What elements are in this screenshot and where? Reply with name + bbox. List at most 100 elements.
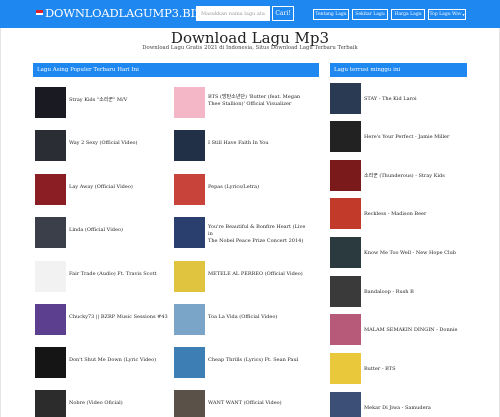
song-title[interactable]: METELE AL PERREO (Official Video) [208, 271, 303, 278]
song-thumbnail[interactable] [174, 87, 205, 118]
weekly-song-thumbnail[interactable] [330, 198, 361, 229]
weekly-song-item[interactable]: Reckless - Madison Beer [330, 198, 467, 230]
indonesia-flag-icon [36, 10, 43, 15]
nav-sekitar-lagu[interactable]: Sekitar Lagu [352, 9, 388, 20]
weekly-song-thumbnail[interactable] [330, 392, 361, 417]
site-logo[interactable]: DOWNLOADLAGUMP3.BIZ [45, 6, 203, 20]
weekly-song-item[interactable]: STAY - The Kid Laroi [330, 83, 467, 115]
search-input[interactable] [196, 6, 270, 21]
song-title[interactable]: Lay Away (Official Video) [69, 184, 133, 191]
song-title-line: Thee Stallion)' Official Visualizer [208, 101, 292, 107]
weekly-song-item[interactable]: Butter - BTS [330, 353, 467, 385]
weekly-song-thumbnail[interactable] [330, 237, 361, 268]
song-thumbnail[interactable] [174, 261, 205, 292]
song-thumbnail[interactable] [35, 174, 66, 205]
weekly-song-title[interactable]: Mekar Di Jiwa - Samudera [364, 405, 431, 412]
song-title[interactable]: You're Beautiful & Bonfire Heart (Live i… [208, 224, 309, 245]
song-thumbnail[interactable] [174, 390, 205, 417]
song-thumbnail[interactable] [174, 347, 205, 378]
weekly-song-thumbnail[interactable] [330, 314, 361, 345]
song-title[interactable]: Fair Trade (Audio) Ft. Travis Scott [69, 271, 156, 278]
song-title[interactable]: WANT WANT (Official Video) [208, 400, 282, 407]
nav-harga-lagu[interactable]: Harga Lagu [391, 9, 425, 20]
song-title-line: Way 2 Sexy (Official Video) [69, 140, 138, 146]
song-item[interactable]: Chucky73 || BZRP Music Sessions #43 [35, 304, 170, 336]
song-title-line: Pepas (Lyrics/Letra) [208, 184, 260, 190]
weekly-song-title[interactable]: Butter - BTS [364, 366, 396, 373]
song-thumbnail[interactable] [35, 87, 66, 118]
song-item[interactable]: Way 2 Sexy (Official Video) [35, 130, 170, 162]
weekly-song-item[interactable]: Bandaloop - Rush B [330, 276, 467, 308]
song-title-line: I Still Have Faith In You [208, 140, 269, 146]
song-title[interactable]: Pepas (Lyrics/Letra) [208, 184, 259, 191]
song-item[interactable]: WANT WANT (Official Video) [174, 390, 309, 417]
nav-label: Harga Lagu [394, 12, 422, 17]
song-item[interactable]: Toa La Vida (Official Video) [174, 304, 309, 336]
song-title-line: Toa La Vida (Official Video) [208, 314, 278, 320]
song-thumbnail[interactable] [35, 217, 66, 248]
section-header-weekly: Lagu terrusi minggu ini [330, 63, 467, 77]
song-thumbnail[interactable] [174, 304, 205, 335]
weekly-song-title[interactable]: 소리꾼 (Thunderous) - Stray Kids [364, 173, 445, 180]
song-thumbnail[interactable] [35, 304, 66, 335]
weekly-song-title[interactable]: MALAM SEMAKIN DINGIN - Donnie [364, 327, 457, 334]
song-thumbnail[interactable] [35, 261, 66, 292]
song-item[interactable]: BTS (방탄소년단) 'Butter (feat. Megan Thee Sta… [174, 87, 309, 119]
song-thumbnail[interactable] [174, 174, 205, 205]
song-title[interactable]: BTS (방탄소년단) 'Butter (feat. Megan Thee Sta… [208, 94, 300, 108]
weekly-song-item[interactable]: Here's Your Perfect - Jamie Miller [330, 121, 467, 153]
song-title-line: Chucky73 || BZRP Music Sessions #43 [69, 314, 168, 320]
search-button[interactable]: Cari! [272, 6, 294, 21]
song-item[interactable]: I Still Have Faith In You [174, 130, 309, 162]
song-title[interactable]: Don't Shut Me Down (Lyric Video) [69, 357, 156, 364]
weekly-song-title[interactable]: Bandaloop - Rush B [364, 289, 414, 296]
weekly-song-thumbnail[interactable] [330, 353, 361, 384]
song-thumbnail[interactable] [174, 130, 205, 161]
song-item[interactable]: Nobre (Video Oficial) [35, 390, 170, 417]
song-thumbnail[interactable] [35, 390, 66, 417]
song-item[interactable]: Pepas (Lyrics/Letra) [174, 174, 309, 206]
song-title[interactable]: Cheap Thrills (Lyrics) Ft. Sean Paul [208, 357, 298, 364]
weekly-song-thumbnail[interactable] [330, 276, 361, 307]
weekly-song-title[interactable]: STAY - The Kid Laroi [364, 96, 417, 103]
weekly-song-thumbnail[interactable] [330, 83, 361, 114]
weekly-song-title[interactable]: Here's Your Perfect - Jamie Miller [364, 134, 449, 141]
nav-label: Tentang Lagu [315, 12, 347, 17]
top-navbar: DOWNLOADLAGUMP3.BIZ Cari! Tentang Lagu S… [0, 0, 500, 28]
weekly-song-title[interactable]: Know Me Too Well - New Hope Club [364, 250, 456, 257]
song-title[interactable]: Nobre (Video Oficial) [69, 400, 123, 407]
song-title-line: METELE AL PERREO (Official Video) [208, 271, 303, 277]
song-item[interactable]: METELE AL PERREO (Official Video) [174, 261, 309, 293]
song-title[interactable]: Stray Kids "소리꾼" M/V [69, 97, 127, 104]
song-item[interactable]: Linda (Official Video) [35, 217, 170, 249]
song-title-line: You're Beautiful & Bonfire Heart (Live i… [208, 224, 306, 237]
weekly-song-thumbnail[interactable] [330, 160, 361, 191]
song-title-line: BTS (방탄소년단) 'Butter (feat. Megan [208, 94, 301, 100]
song-item[interactable]: Lay Away (Official Video) [35, 174, 170, 206]
song-item[interactable]: Fair Trade (Audio) Ft. Travis Scott [35, 261, 170, 293]
song-item[interactable]: You're Beautiful & Bonfire Heart (Live i… [174, 217, 309, 249]
song-thumbnail[interactable] [35, 130, 66, 161]
song-thumbnail[interactable] [174, 217, 205, 248]
weekly-song-item[interactable]: Mekar Di Jiwa - Samudera [330, 392, 467, 417]
weekly-song-item[interactable]: MALAM SEMAKIN DINGIN - Donnie [330, 314, 467, 346]
weekly-song-thumbnail[interactable] [330, 121, 361, 152]
song-title[interactable]: Way 2 Sexy (Official Video) [69, 140, 138, 147]
weekly-song-item[interactable]: 소리꾼 (Thunderous) - Stray Kids [330, 160, 467, 192]
song-title[interactable]: Chucky73 || BZRP Music Sessions #43 [69, 314, 168, 321]
song-title-line: Cheap Thrills (Lyrics) Ft. Sean Paul [208, 357, 299, 363]
nav-tentang-lagu[interactable]: Tentang Lagu [313, 9, 349, 20]
nav-label: Sekitar Lagu [355, 12, 385, 17]
song-thumbnail[interactable] [35, 347, 66, 378]
weekly-song-item[interactable]: Know Me Too Well - New Hope Club [330, 237, 467, 269]
song-title[interactable]: Linda (Official Video) [69, 227, 123, 234]
nav-top-lagu-dropdown[interactable]: Top Lagu Wav ▾ [428, 9, 466, 20]
song-title-line: Fair Trade (Audio) Ft. Travis Scott [69, 271, 157, 277]
song-item[interactable]: Stray Kids "소리꾼" M/V [35, 87, 170, 119]
weekly-song-title[interactable]: Reckless - Madison Beer [364, 211, 426, 218]
song-title-line: Don't Shut Me Down (Lyric Video) [69, 357, 157, 363]
song-item[interactable]: Don't Shut Me Down (Lyric Video) [35, 347, 170, 379]
song-title[interactable]: I Still Have Faith In You [208, 140, 269, 147]
song-item[interactable]: Cheap Thrills (Lyrics) Ft. Sean Paul [174, 347, 309, 379]
song-title[interactable]: Toa La Vida (Official Video) [208, 314, 277, 321]
